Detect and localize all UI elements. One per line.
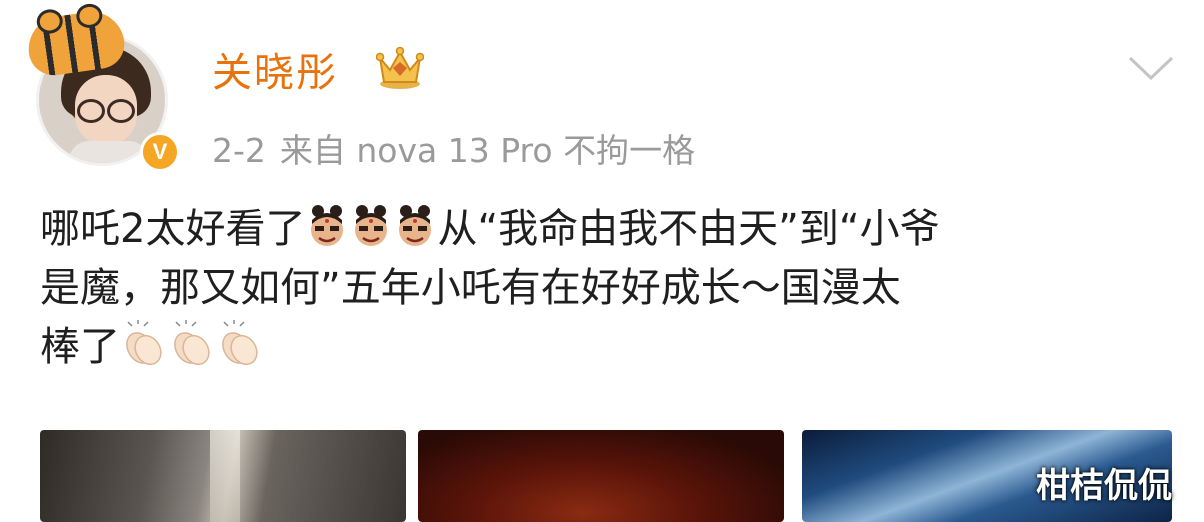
- clapping-hands-icon: [174, 320, 210, 366]
- text-segment: 是魔，那又如何”五年小吒有在好好成长～国漫太: [40, 265, 901, 311]
- nezha-emoji-icon: [311, 205, 344, 246]
- post-source: 来自 nova 13 Pro 不拘一格: [279, 131, 696, 170]
- chevron-down-icon[interactable]: [1126, 52, 1176, 82]
- clapping-hands-icon: [222, 320, 258, 366]
- text-line: 哪吒2太好看了 从“我命由我不由天”到“小爷: [40, 200, 1180, 259]
- verified-badge-icon: V: [140, 132, 180, 172]
- post-meta: 2-2 来自 nova 13 Pro 不拘一格: [212, 124, 709, 172]
- nezha-emoji-icon: [355, 205, 388, 246]
- text-line: 棒了: [40, 318, 1180, 377]
- post-date: 2-2: [212, 131, 266, 170]
- text-segment: 从“我命由我不由天”到“小爷: [437, 206, 940, 252]
- post-image-thumbnail[interactable]: [418, 430, 784, 522]
- text-line: 是魔，那又如何”五年小吒有在好好成长～国漫太: [40, 259, 1180, 318]
- clapping-hands-icon: [126, 320, 162, 366]
- image-grid: [40, 430, 1172, 522]
- crown-icon: [376, 46, 424, 89]
- username[interactable]: 关晓彤: [212, 40, 338, 98]
- weibo-post: V 关晓彤 2-2 来自 nova 13 Pro 不拘一格 哪吒2太好看了 从“…: [0, 0, 1204, 522]
- avatar[interactable]: V: [22, 2, 182, 174]
- post-image-thumbnail[interactable]: [40, 430, 406, 522]
- post-text: 哪吒2太好看了 从“我命由我不由天”到“小爷 是魔，那又如何”五年小吒有在好好成…: [40, 200, 1180, 377]
- watermark: 柑桔侃侃: [1036, 466, 1172, 506]
- text-segment: 棒了: [40, 324, 120, 370]
- nezha-emoji-icon: [399, 205, 432, 246]
- text-segment: 哪吒2太好看了: [40, 206, 306, 252]
